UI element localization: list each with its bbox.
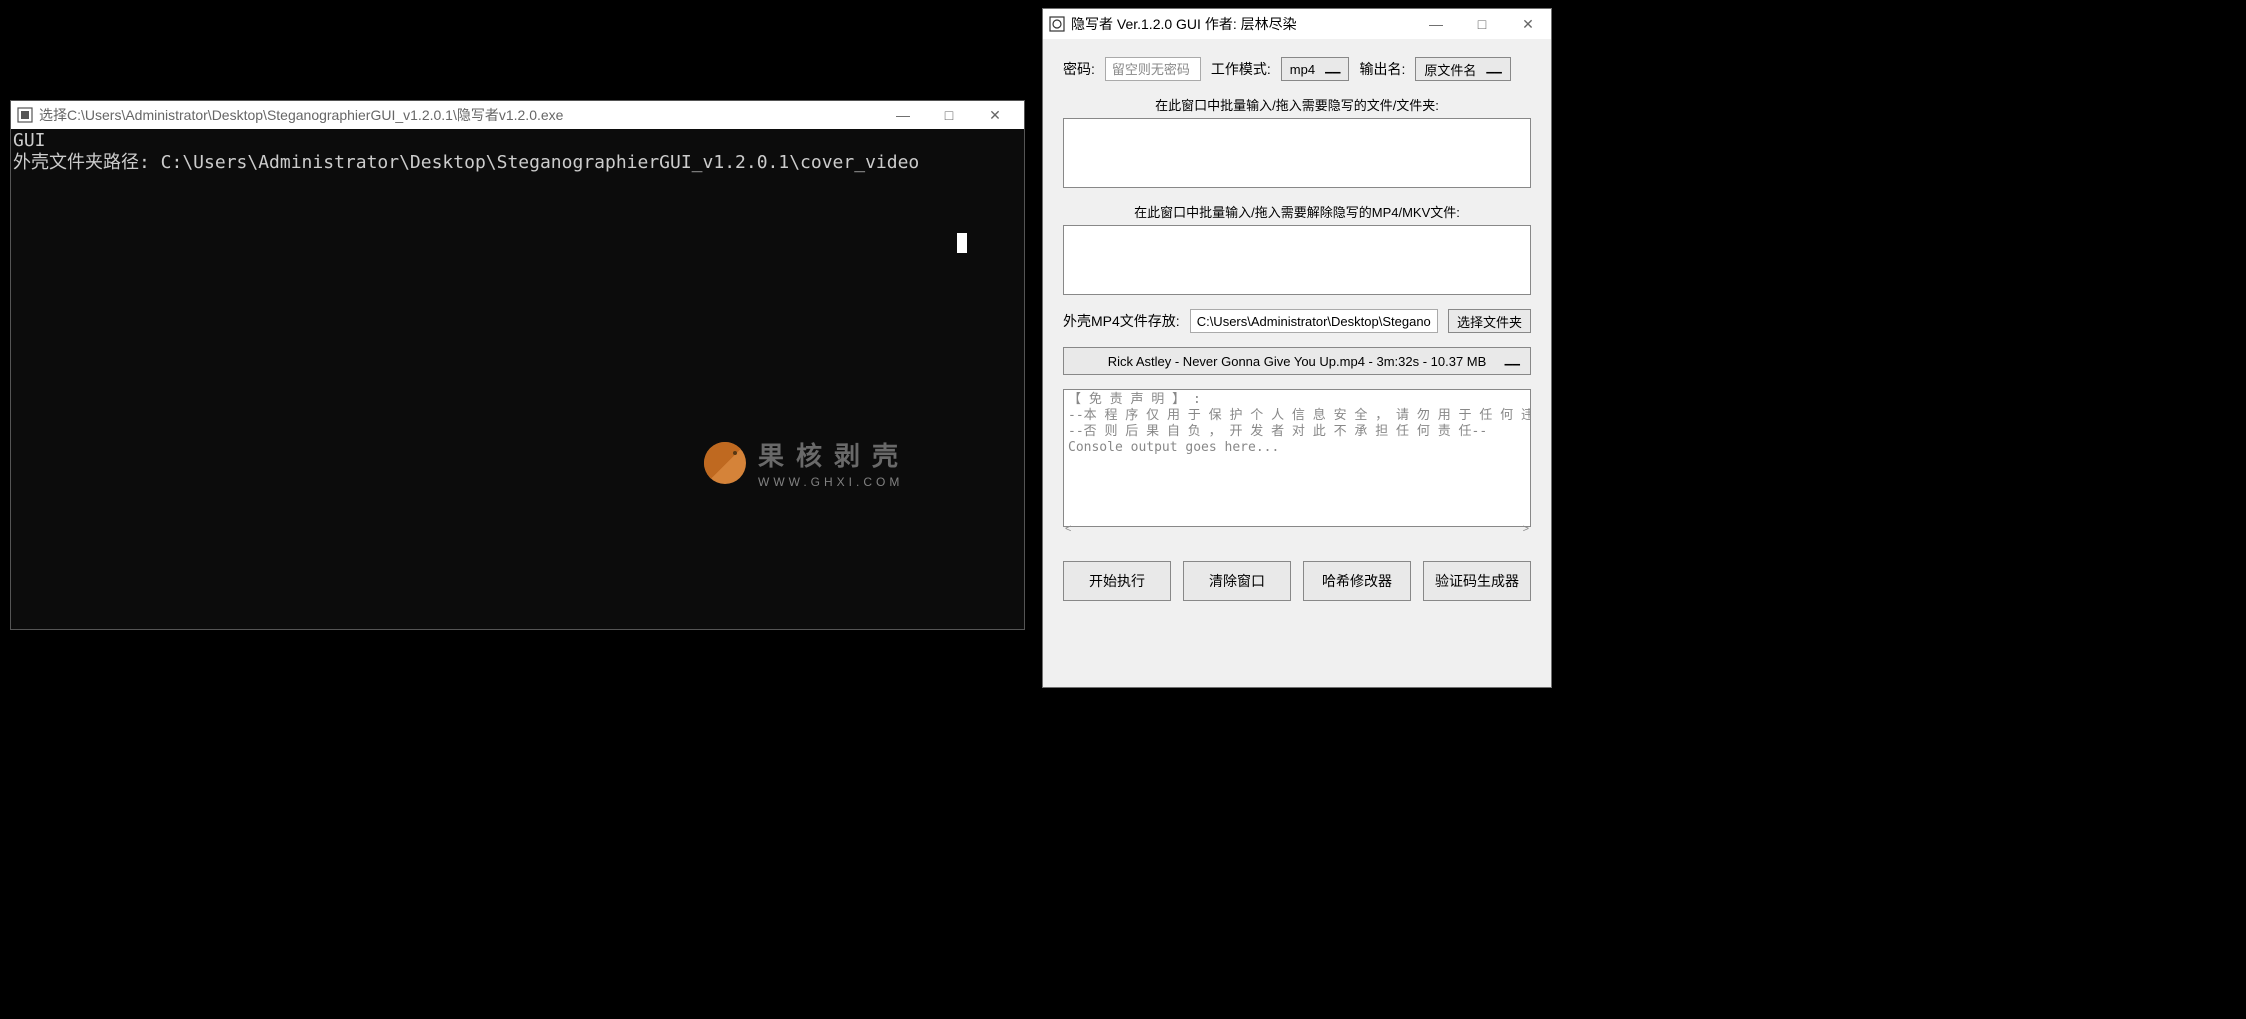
start-button[interactable]: 开始执行 [1063, 561, 1171, 601]
maximize-button[interactable]: □ [926, 101, 972, 129]
browse-button[interactable]: 选择文件夹 [1448, 309, 1531, 333]
log-scrollbar[interactable]: <> [1063, 521, 1531, 537]
gui-titlebar[interactable]: 隐写者 Ver.1.2.0 GUI 作者: 层林尽染 — □ ✕ [1043, 9, 1551, 39]
console-titlebar[interactable]: 选择C:\Users\Administrator\Desktop\Stegano… [11, 101, 1024, 129]
mode-select[interactable]: mp4 ▁▁ [1281, 57, 1350, 81]
close-button[interactable]: ✕ [1505, 9, 1551, 39]
action-buttons: 开始执行 清除窗口 哈希修改器 验证码生成器 [1063, 561, 1531, 601]
window-controls: — □ ✕ [1413, 9, 1551, 39]
console-line-1: GUI [13, 130, 46, 151]
watermark-text: 果核剥壳 WWW.GHXI.COM [758, 436, 910, 489]
clear-button[interactable]: 清除窗口 [1183, 561, 1291, 601]
minimize-button[interactable]: — [1413, 9, 1459, 39]
chevron-down-icon: ▁▁ [1505, 356, 1520, 366]
console-output[interactable]: GUI 外壳文件夹路径: C:\Users\Administrator\Desk… [11, 129, 1024, 629]
output-label: 输出名: [1359, 59, 1405, 79]
maximize-button[interactable]: □ [1459, 9, 1505, 39]
watermark-cn: 果核剥壳 [758, 436, 910, 473]
console-window: 选择C:\Users\Administrator\Desktop\Stegano… [10, 100, 1025, 630]
chevron-down-icon: ▁▁ [1486, 64, 1501, 74]
cover-path-row: 外壳MP4文件存放: 选择文件夹 [1063, 309, 1531, 333]
start-button-label: 开始执行 [1089, 571, 1145, 591]
log-output[interactable]: 【 免 责 声 明 】 : --本 程 序 仅 用 于 保 护 个 人 信 息 … [1063, 389, 1531, 527]
hash-button-label: 哈希修改器 [1322, 571, 1392, 591]
scroll-left-icon: < [1065, 523, 1071, 535]
reveal-drop-area[interactable] [1063, 225, 1531, 295]
cover-path-label: 外壳MP4文件存放: [1063, 311, 1180, 331]
log-section: 【 免 责 声 明 】 : --本 程 序 仅 用 于 保 护 个 人 信 息 … [1063, 389, 1531, 537]
password-input[interactable] [1105, 57, 1201, 81]
minimize-button[interactable]: — [880, 101, 926, 129]
output-value: 原文件名 [1424, 60, 1476, 79]
console-title: 选择C:\Users\Administrator\Desktop\Stegano… [39, 105, 874, 125]
mode-label: 工作模式: [1211, 59, 1271, 79]
verify-button-label: 验证码生成器 [1435, 571, 1519, 591]
output-select[interactable]: 原文件名 ▁▁ [1415, 57, 1510, 81]
browse-button-label: 选择文件夹 [1457, 312, 1522, 331]
hash-button[interactable]: 哈希修改器 [1303, 561, 1411, 601]
scroll-right-icon: > [1523, 523, 1529, 535]
window-controls: — □ ✕ [880, 101, 1018, 129]
chevron-down-icon: ▁▁ [1325, 64, 1340, 74]
reveal-area-label: 在此窗口中批量输入/拖入需要解除隐写的MP4/MKV文件: [1063, 202, 1531, 221]
hide-drop-area[interactable] [1063, 118, 1531, 188]
gui-body: 密码: 工作模式: mp4 ▁▁ 输出名: 原文件名 ▁▁ 在此窗口中批量输入/… [1043, 39, 1551, 611]
console-line-2: 外壳文件夹路径: C:\Users\Administrator\Desktop\… [13, 152, 919, 173]
settings-row: 密码: 工作模式: mp4 ▁▁ 输出名: 原文件名 ▁▁ [1063, 57, 1531, 81]
gui-window: 隐写者 Ver.1.2.0 GUI 作者: 层林尽染 — □ ✕ 密码: 工作模… [1042, 8, 1552, 688]
app-icon [17, 107, 33, 123]
gui-title: 隐写者 Ver.1.2.0 GUI 作者: 层林尽染 [1071, 14, 1407, 34]
reveal-section: 在此窗口中批量输入/拖入需要解除隐写的MP4/MKV文件: [1063, 202, 1531, 295]
password-label: 密码: [1063, 59, 1095, 79]
watermark-en: WWW.GHXI.COM [758, 475, 910, 489]
clear-button-label: 清除窗口 [1209, 571, 1265, 591]
verify-button[interactable]: 验证码生成器 [1423, 561, 1531, 601]
hide-area-label: 在此窗口中批量输入/拖入需要隐写的文件/文件夹: [1063, 95, 1531, 114]
hide-section: 在此窗口中批量输入/拖入需要隐写的文件/文件夹: [1063, 95, 1531, 188]
cover-file-select[interactable]: Rick Astley - Never Gonna Give You Up.mp… [1063, 347, 1531, 375]
app-icon [1049, 16, 1065, 32]
text-cursor [957, 233, 967, 253]
watermark: 果核剥壳 WWW.GHXI.COM [704, 436, 910, 489]
mode-value: mp4 [1290, 62, 1315, 77]
cover-path-input[interactable] [1190, 309, 1438, 333]
watermark-icon [704, 442, 746, 484]
close-button[interactable]: ✕ [972, 101, 1018, 129]
cover-file-value: Rick Astley - Never Gonna Give You Up.mp… [1108, 354, 1487, 369]
